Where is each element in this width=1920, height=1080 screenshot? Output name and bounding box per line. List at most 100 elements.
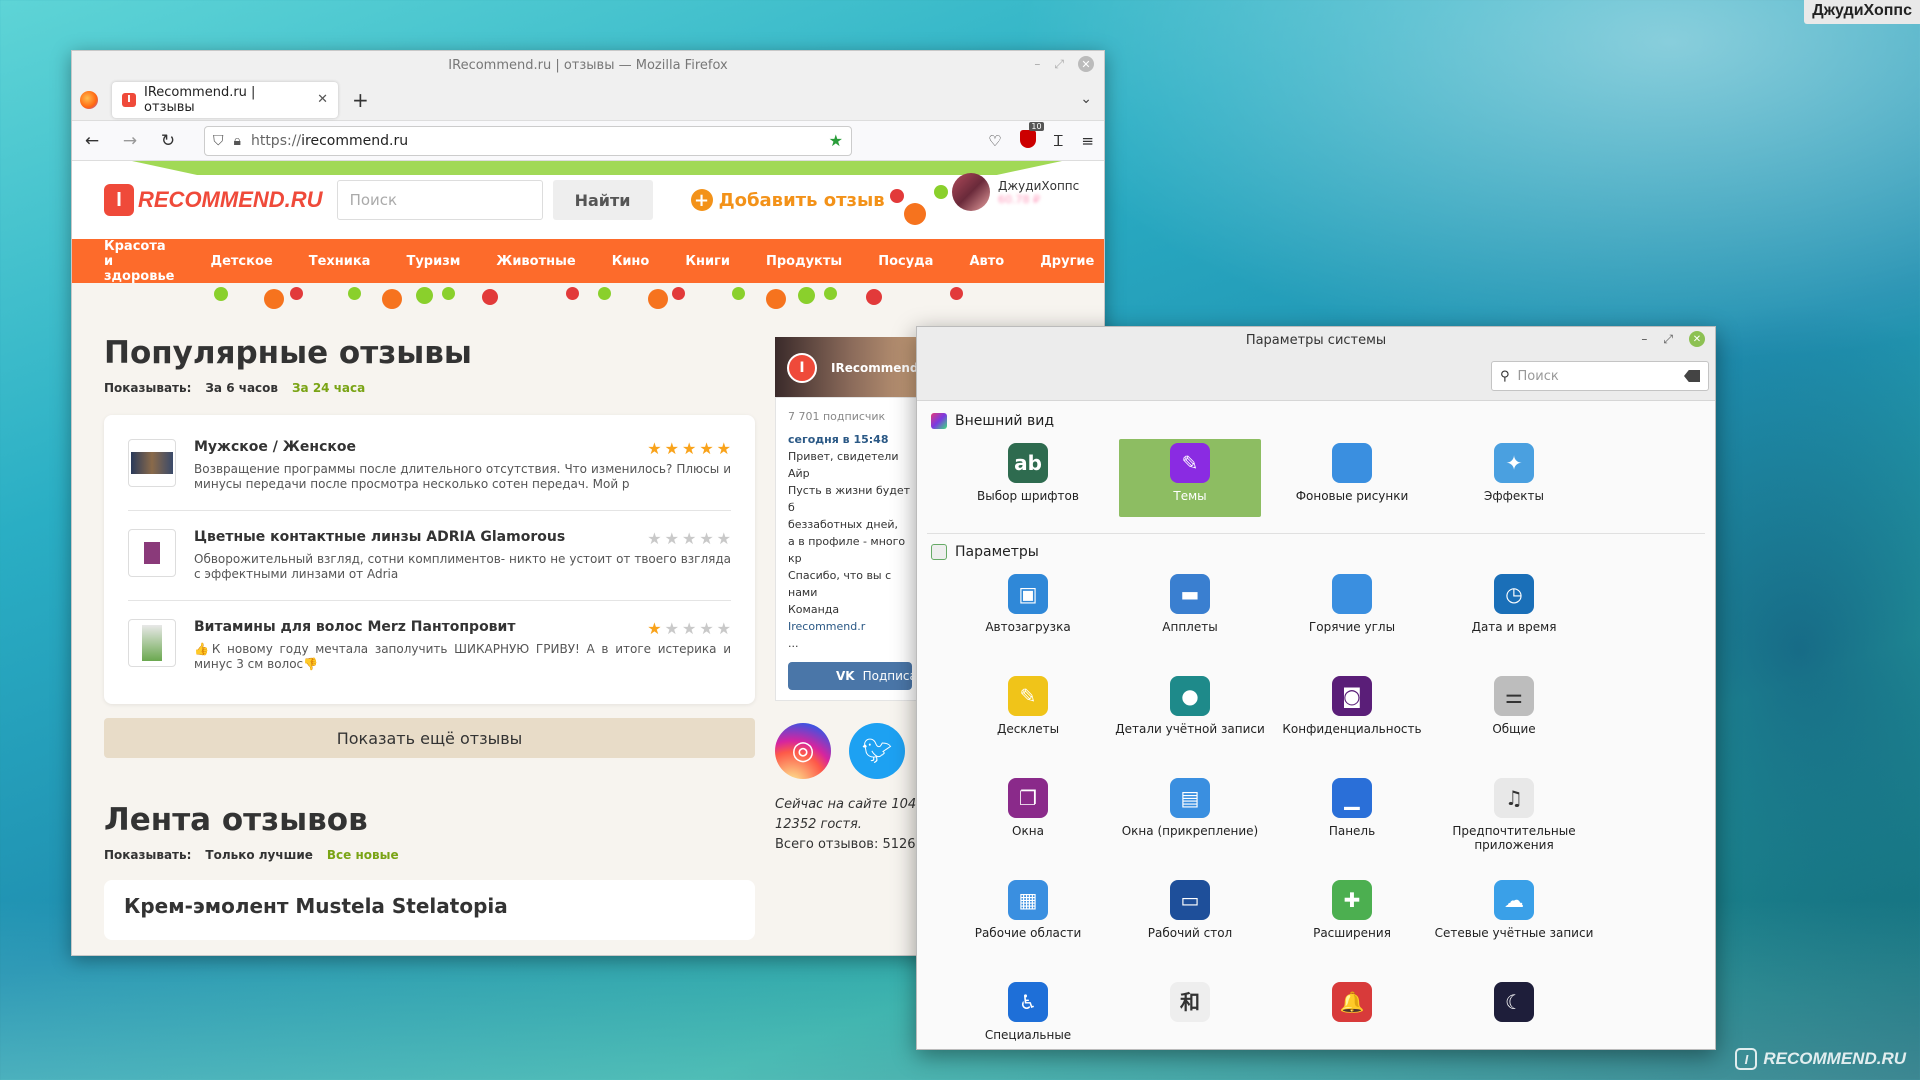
settings-item[interactable]: ✚ Расширения [1271, 876, 1433, 978]
logo-badge-icon: I [104, 184, 134, 216]
settings-item[interactable]: Фоновые рисунки [1271, 439, 1433, 517]
settings-item[interactable]: ab Выбор шрифтов [947, 439, 1109, 517]
settings-item[interactable]: Горячие углы [1271, 570, 1433, 672]
site-user[interactable]: ДжудиХоппс 60.78 ₽ [952, 173, 1079, 211]
minimize-icon[interactable]: – [1034, 57, 1040, 71]
settings-item[interactable]: ◙ Конфиденциальность [1271, 672, 1433, 774]
settings-item[interactable]: ✦ Эффекты [1433, 439, 1595, 517]
settings-item[interactable]: ▦ Рабочие области [947, 876, 1109, 978]
watermark-text: RECOMMEND.RU [1763, 1049, 1906, 1068]
settings-item[interactable]: ▣ Автозагрузка [947, 570, 1109, 672]
settings-item[interactable]: ☾ [1433, 978, 1595, 1049]
category-link[interactable]: Техника [309, 254, 371, 269]
feed-item[interactable]: Крем-эмолент Mustela Stelatopia [104, 880, 755, 940]
category-link[interactable]: Кино [612, 254, 650, 269]
settings-item-label: Общие [1492, 722, 1536, 736]
settings-item[interactable]: ✎ Темы [1119, 439, 1261, 517]
review-card[interactable]: Витамины для волос Merz Пантопровит ★ ★ ★ ★… [128, 609, 731, 690]
settings-item[interactable]: ❐ Окна [947, 774, 1109, 876]
settings-item[interactable]: ▤ Окна (прикрепление) [1109, 774, 1271, 876]
review-title[interactable]: Цветные контактные линзы ADRIA Glamorous [194, 529, 565, 548]
review-thumbnail[interactable] [128, 439, 176, 487]
settings-item[interactable]: ▭ Рабочий стол [1109, 876, 1271, 978]
settings-item[interactable]: ◷ Дата и время [1433, 570, 1595, 672]
settings-titlebar[interactable]: Параметры системы – ⤢ ✕ [917, 327, 1715, 353]
review-card[interactable]: Цветные контактные линзы ADRIA Glamorous… [128, 519, 731, 601]
reload-icon[interactable]: ↻ [158, 131, 178, 151]
url-text[interactable]: https://irecommend.ru [251, 133, 819, 149]
settings-item-label: Окна (прикрепление) [1121, 824, 1259, 838]
category-link[interactable]: Книги [685, 254, 730, 269]
filter-24h[interactable]: За 24 часа [292, 381, 365, 395]
review-title[interactable]: Витамины для волос Merz Пантопровит [194, 619, 515, 638]
vk-widget-header[interactable]: I IRecommend.r [775, 337, 929, 397]
settings-item[interactable]: ● Детали учётной записи [1109, 672, 1271, 774]
settings-item[interactable]: ♿ Специальные [947, 978, 1109, 1049]
settings-search-input[interactable]: ⚲ Поиск [1491, 361, 1709, 391]
category-link[interactable]: Посуда [878, 254, 933, 269]
vk-post-line: Команда Irecommend.r [788, 603, 866, 633]
twitter-icon[interactable]: 🐦︎ [849, 723, 905, 779]
general-icon: ⚌ [1494, 676, 1534, 716]
settings-item[interactable]: 和 [1109, 978, 1271, 1049]
filter-best[interactable]: Только лучшие [205, 848, 313, 862]
vk-subscribe-button[interactable]: VK Подписа [788, 662, 917, 690]
category-link[interactable]: Детское [210, 254, 272, 269]
category-link[interactable]: Красота и здоровье [104, 239, 174, 284]
category-link[interactable]: Продукты [766, 254, 842, 269]
list-tabs-chevron-icon[interactable]: ⌄ [1080, 91, 1092, 107]
category-link[interactable]: Другие [1040, 254, 1094, 269]
close-icon[interactable]: ✕ [1689, 331, 1705, 347]
firefox-titlebar[interactable]: IRecommend.ru | отзывы — Mozilla Firefox… [72, 51, 1104, 79]
ornament-ball [934, 185, 948, 199]
instagram-icon[interactable]: ◎ [775, 723, 831, 779]
lock-icon[interactable]: 🔒︎ [234, 133, 241, 149]
maximize-icon[interactable]: ⤢ [1054, 57, 1064, 72]
site-logo[interactable]: I RECOMMEND.RU [104, 184, 323, 216]
add-review-button[interactable]: + Добавить отзыв [690, 189, 885, 211]
pocket-icon[interactable]: ♡ [988, 132, 1001, 150]
settings-item[interactable]: ✎ Десклеты [947, 672, 1109, 774]
filter-new[interactable]: Все новые [327, 848, 399, 862]
tab-strip: I IRecommend.ru | отзывы ✕ + ⌄ [72, 79, 1104, 121]
settings-item[interactable]: 🔔 [1271, 978, 1433, 1049]
settings-item[interactable]: ▬ Апплеты [1109, 570, 1271, 672]
new-tab-icon[interactable]: + [352, 88, 369, 112]
category-link[interactable]: Животные [496, 254, 575, 269]
review-excerpt: 👍К новому году мечтала заполучить ШИКАРН… [194, 642, 731, 671]
minimize-icon[interactable]: – [1641, 332, 1647, 346]
settings-item[interactable]: ⚌ Общие [1433, 672, 1595, 774]
vk-post-date[interactable]: сегодня в 15:48 [788, 431, 912, 448]
category-link[interactable]: Туризм [406, 254, 460, 269]
url-bar[interactable]: ⛉ 🔒︎ https://irecommend.ru ★ [204, 125, 852, 156]
clear-icon[interactable] [1684, 370, 1700, 382]
settings-item[interactable]: ☁ Сетевые учётные записи [1433, 876, 1595, 978]
show-more-button[interactable]: Показать ещё отзывы [104, 718, 755, 758]
review-title[interactable]: Мужское / Женское [194, 439, 356, 458]
tab-irecommend[interactable]: I IRecommend.ru | отзывы ✕ [112, 81, 338, 118]
firefox-view-icon[interactable] [80, 90, 98, 109]
maximize-icon[interactable]: ⤢ [1663, 332, 1673, 347]
filter-6h[interactable]: За 6 часов [205, 381, 278, 395]
menu-icon[interactable]: ≡ [1081, 132, 1094, 150]
close-icon[interactable]: ✕ [1078, 56, 1094, 72]
settings-item[interactable]: ♫ Предпочтительные приложения [1433, 774, 1595, 876]
vk-post-more[interactable]: ... [788, 635, 912, 652]
find-button[interactable]: Найти [552, 180, 653, 220]
translate-icon[interactable]: Ꮖ [1054, 132, 1064, 150]
review-thumbnail[interactable] [128, 619, 176, 667]
review-card[interactable]: Мужское / Женское ★ ★ ★ ★ ★ Возвращение прог… [128, 429, 731, 511]
forward-icon[interactable]: → [120, 131, 140, 151]
category-link[interactable]: Авто [969, 254, 1004, 269]
review-thumbnail[interactable] [128, 529, 176, 577]
vk-post-link[interactable]: Irecommend.r [788, 620, 865, 633]
watermark-logo-icon: I [1735, 1048, 1758, 1070]
tab-close-icon[interactable]: ✕ [317, 92, 328, 107]
back-icon[interactable]: ← [82, 131, 102, 151]
bookmark-star-icon[interactable]: ★ [829, 131, 843, 150]
ublock-icon[interactable]: 10 [1019, 121, 1044, 152]
site-search-input[interactable]: Поиск [336, 180, 543, 220]
avatar[interactable] [952, 173, 990, 211]
tracking-shield-icon[interactable]: ⛉ [213, 133, 224, 149]
settings-item[interactable]: ▁ Панель [1271, 774, 1433, 876]
